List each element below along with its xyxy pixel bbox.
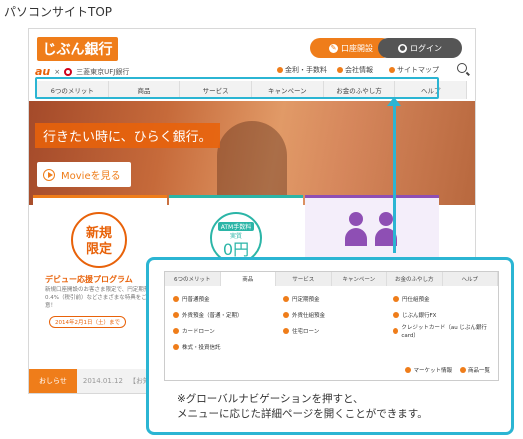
mega-menu-callout: 6つのメリット 商品 サービス キャンペーン お金のふやし方 ヘルプ 円普通預金… (146, 257, 514, 435)
debut-program-date: 2014年2月1日（土）まで (49, 316, 126, 328)
menu-item[interactable]: 円仕組預金 (393, 296, 493, 303)
lock-icon: ● (398, 43, 407, 53)
mini-nav-campaign[interactable]: キャンペーン (332, 272, 387, 286)
caption-title: パソコンサイトTOP (4, 5, 113, 19)
jibun-bank-logo[interactable]: じぶん銀行 (37, 37, 118, 61)
mini-nav-services[interactable]: サービス (276, 272, 332, 286)
mini-nav-merits[interactable]: 6つのメリット (165, 272, 221, 286)
movie-label: Movieを見る (61, 171, 121, 182)
menu-item[interactable]: 住宅ローン (283, 328, 393, 335)
arrow-icon (283, 328, 289, 334)
mega-menu-preview: 6つのメリット 商品 サービス キャンペーン お金のふやし方 ヘルプ 円普通預金… (164, 271, 499, 381)
market-info-link[interactable]: マーケット情報 (405, 366, 452, 374)
util-link-sitemap[interactable]: サイトマップ (389, 65, 439, 75)
arrow-icon (393, 328, 399, 334)
arrow-icon (173, 344, 179, 350)
arrow-icon (393, 296, 399, 302)
new-limited-badge: 新規 限定 (71, 212, 127, 268)
debut-program-link[interactable]: デビュー応援プログラム (45, 274, 133, 285)
arrow-icon (173, 312, 179, 318)
login-label: ログイン (410, 43, 442, 53)
menu-item[interactable]: 外貨預金（普通・定期） (173, 312, 283, 319)
partner-x: × (54, 67, 61, 76)
pencil-icon: ✎ (329, 43, 338, 53)
hero-person-image (217, 121, 287, 205)
gnav-highlight-frame (35, 77, 439, 99)
arrow-icon (459, 367, 466, 373)
news-date: 2014.01.12 (82, 377, 123, 385)
arrow-icon (389, 67, 395, 73)
login-button[interactable]: ● ログイン (378, 38, 462, 58)
mini-nav-grow-money[interactable]: お金のふやし方 (387, 272, 443, 286)
util-link-company[interactable]: 会社情報 (337, 65, 373, 75)
arrow-icon (283, 312, 289, 318)
menu-item[interactable]: 円普通預金 (173, 296, 283, 303)
product-menu-grid: 円普通預金 円定期預金 円仕組預金 外貨預金（普通・定期） 外貨仕組預金 じぶん… (173, 296, 493, 351)
arrow-icon (337, 67, 343, 73)
play-icon (43, 168, 55, 181)
people-icon (345, 212, 399, 252)
news-tag: おしらせ (29, 369, 77, 393)
arrow-icon (173, 296, 179, 302)
open-account-label: 口座開設 (341, 43, 373, 53)
mini-nav-help[interactable]: ヘルプ (443, 272, 498, 286)
mega-menu-footer: マーケット情報 商品一覧 (405, 366, 490, 374)
search-icon[interactable] (457, 63, 467, 73)
mini-nav-products[interactable]: 商品 (220, 272, 276, 286)
arrow-icon (173, 328, 179, 334)
menu-item[interactable]: 外貨仕組預金 (283, 312, 393, 319)
hero-tagline: 行きたい時に、ひらく銀行。 (35, 123, 220, 148)
util-link-rates[interactable]: 金利・手数料 (277, 65, 327, 75)
arrow-icon (393, 312, 399, 318)
arrow-icon (283, 296, 289, 302)
callout-note: ※グローバルナビゲーションを押すと、 メニューに応じた詳細ページを開くことができ… (177, 393, 428, 420)
product-list-link[interactable]: 商品一覧 (459, 366, 490, 374)
menu-item[interactable]: カードローン (173, 328, 283, 335)
arrow-icon (277, 67, 283, 73)
callout-arrow (387, 97, 401, 253)
arrow-icon (405, 367, 412, 373)
mega-menu-nav: 6つのメリット 商品 サービス キャンペーン お金のふやし方 ヘルプ (165, 272, 498, 286)
menu-item[interactable]: クレジットカード（au じぶん銀行card） (393, 325, 493, 339)
hero-banner: 行きたい時に、ひらく銀行。 Movieを見る (29, 101, 475, 205)
partner-bank: 三菱東京UFJ銀行 (76, 67, 130, 76)
menu-item[interactable]: 株式・投資信託 (173, 344, 283, 351)
menu-item[interactable]: 円定期預金 (283, 296, 393, 303)
movie-button[interactable]: Movieを見る (37, 162, 131, 187)
mufg-logo-icon (64, 67, 73, 76)
menu-item[interactable]: じぶん銀行FX (393, 312, 493, 319)
